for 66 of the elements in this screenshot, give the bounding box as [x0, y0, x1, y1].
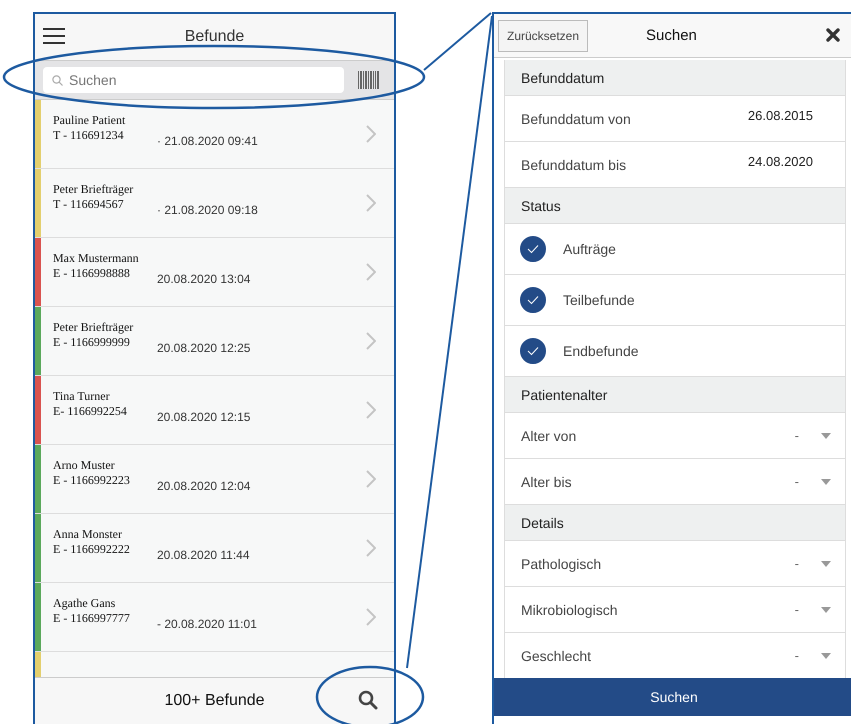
result-date: 20.08.2020 12:04: [157, 479, 250, 493]
result-row[interactable]: Peter Briefträger T - 116694567 · 21.08.2020 09:18: [35, 169, 394, 238]
search-icon: [52, 75, 63, 86]
patient-name: Arno Muster: [53, 458, 116, 473]
close-icon[interactable]: [826, 28, 840, 42]
menu-icon[interactable]: [43, 28, 65, 44]
chevron-icon: [366, 263, 376, 281]
patient-name: Anna Monster: [53, 527, 123, 542]
patient-name: Max Mustermann: [53, 251, 140, 266]
chevron-icon: [366, 125, 376, 143]
screen-title: Suchen: [646, 27, 697, 44]
section-header: Befunddatum: [505, 60, 845, 96]
result-row[interactable]: Anna Monster E - 1166992222 20.08.2020 11:44: [35, 514, 394, 583]
search-icon[interactable]: [358, 690, 378, 710]
patient-id: E - 1166999999: [53, 335, 131, 350]
chevron-icon: [366, 194, 376, 212]
patient-name: Tina Turner: [53, 389, 111, 404]
section-header: Patientenalter: [505, 377, 845, 413]
search-field[interactable]: Suchen: [43, 67, 344, 93]
patient-id: E- 1166992254: [53, 404, 128, 419]
result-date: 20.08.2020 11:44: [157, 548, 250, 562]
patient-id: T - 116694567: [53, 197, 125, 212]
caret-icon: [821, 607, 831, 613]
result-row[interactable]: Max Mustermann E - 1166998888 20.08.2020 13:04: [35, 238, 394, 307]
checkmark-icon: [527, 244, 539, 254]
result-count: 100+ Befunde: [164, 692, 265, 710]
patient-id: E - 1166992222: [53, 542, 131, 557]
result-date: · 21.08.2020 09:18: [157, 203, 258, 217]
result-row[interactable]: Tina Turner E- 1166992254 20.08.2020 12:15: [35, 376, 394, 445]
result-date: 20.08.2020 13:04: [157, 272, 250, 286]
patient-id: E - 1166998888: [53, 266, 131, 281]
result-row[interactable]: Arno Muster E - 1166992223 20.08.2020 12:04: [35, 445, 394, 514]
patient-name: Pauline Patient: [53, 113, 126, 128]
caret-icon: [821, 433, 831, 439]
patient-id: E - 1166997777: [53, 611, 131, 626]
patient-name: Peter Briefträger: [53, 320, 134, 335]
patient-name: Peter Briefträger: [53, 182, 134, 197]
caret-icon: [821, 653, 831, 659]
caret-icon: [821, 561, 831, 567]
patient-id: T - 116691234: [53, 128, 125, 143]
checkmark-icon: [527, 346, 539, 356]
result-date: · 21.08.2020 09:41: [157, 134, 258, 148]
patient-id: E - 1166992223: [53, 473, 131, 488]
section-header: Status: [505, 188, 845, 224]
patient-name: Agathe Gans: [53, 596, 116, 611]
result-date: 20.08.2020 12:15: [157, 410, 250, 424]
chevron-icon: [366, 608, 376, 626]
caret-icon: [821, 479, 831, 485]
result-row[interactable]: Agathe Gans E - 1166997777 - 20.08.2020 11:01: [35, 583, 394, 652]
chevron-icon: [366, 470, 376, 488]
checkmark-icon: [527, 295, 539, 305]
checkbox[interactable]: [520, 338, 546, 364]
chevron-icon: [366, 332, 376, 350]
result-row[interactable]: Pauline Patient T - 116691234 · 21.08.2020 09:41: [35, 100, 394, 169]
section-header: Details: [505, 505, 845, 541]
reset-button[interactable]: Zurücksetzen: [498, 20, 588, 52]
search-button[interactable]: Suchen: [494, 678, 851, 716]
result-row[interactable]: Peter Briefträger E - 1166999999 20.08.2020 12:25: [35, 307, 394, 376]
result-date: - 20.08.2020 11:01: [157, 617, 257, 631]
barcode-icon[interactable]: [358, 71, 380, 89]
screen-title: Befunde: [184, 28, 244, 46]
chevron-icon: [366, 539, 376, 557]
result-date: 20.08.2020 12:25: [157, 341, 250, 355]
chevron-icon: [366, 401, 376, 419]
checkbox[interactable]: [520, 236, 546, 262]
checkbox[interactable]: [520, 287, 546, 313]
